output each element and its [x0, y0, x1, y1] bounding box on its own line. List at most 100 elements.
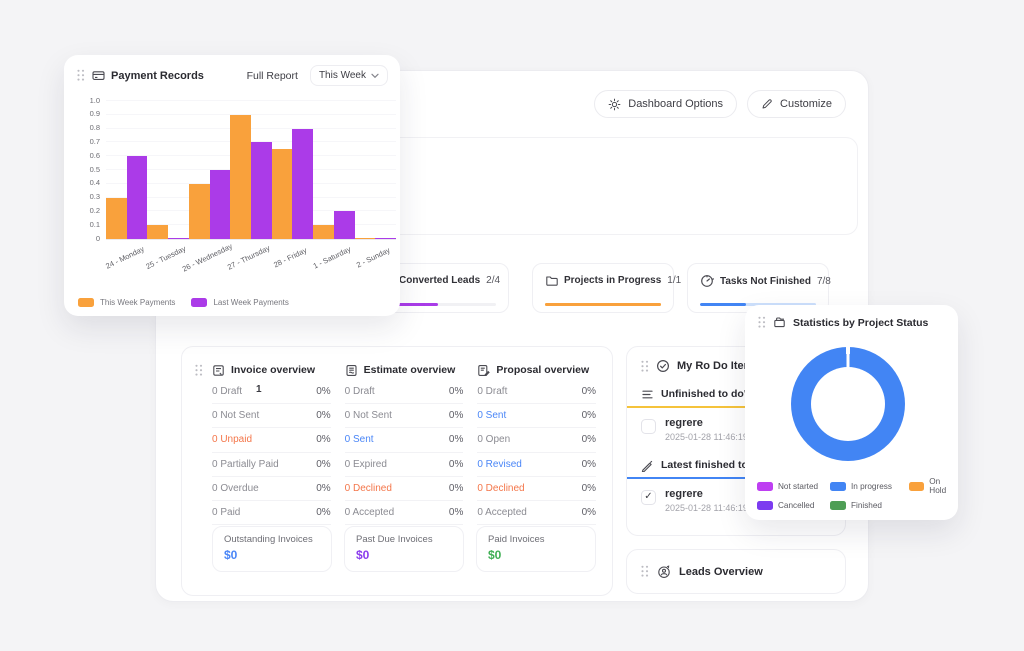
overview-row[interactable]: 0 Open0%	[477, 428, 596, 452]
tasks-icon	[700, 274, 714, 288]
drag-handle-icon[interactable]	[641, 360, 649, 373]
overview-row[interactable]: 0 Sent0%	[477, 404, 596, 428]
leads-overview-card: Leads Overview	[626, 549, 846, 594]
todo-checkbox[interactable]	[641, 419, 656, 434]
overview-row-label: 0 Declined	[477, 483, 524, 494]
overview-row-value: 0%	[316, 434, 330, 445]
legend-label: Not started	[778, 482, 818, 491]
overview-row[interactable]: 0 Not Sent0%	[212, 404, 331, 428]
stray-badge: 1	[256, 384, 262, 395]
overview-row-value: 0%	[449, 410, 463, 421]
drag-handle-icon[interactable]	[641, 565, 649, 578]
period-selector-value: This Week	[319, 70, 366, 81]
bar	[375, 238, 396, 240]
overview-row[interactable]: 0 Declined 0%	[477, 477, 596, 501]
bar	[251, 142, 272, 239]
legend-swatch	[830, 501, 846, 510]
overview-row[interactable]: 0 Paid0%	[212, 501, 331, 525]
overview-row[interactable]: 0 Sent0%	[345, 428, 464, 452]
overview-row[interactable]: 0 Revised0%	[477, 453, 596, 477]
stat-label: Tasks Not Finished	[720, 276, 811, 287]
legend-label: On Hold	[929, 477, 958, 495]
overview-row-value: 0%	[582, 483, 596, 494]
status-legend-row: Not startedIn progressOn Hold	[757, 477, 958, 495]
legend-label: This Week Payments	[100, 298, 175, 307]
overview-row-label: 0 Unpaid	[212, 434, 252, 445]
payment-card-icon	[92, 69, 105, 82]
x-tick-label: 28 - Friday	[273, 246, 309, 270]
overview-row[interactable]: 0 Draft0%	[212, 380, 331, 404]
proposal-icon	[477, 364, 490, 377]
overview-row[interactable]: 0 Overdue0%	[212, 477, 331, 501]
legend-item: This Week Payments	[78, 298, 175, 307]
legend-label: Cancelled	[778, 501, 814, 510]
summary-box: Paid Invoices$0	[476, 526, 596, 572]
summary-value: $0	[224, 548, 320, 562]
todo-item-title: regrere	[665, 488, 748, 500]
overview-row[interactable]: 0 Partially Paid0%	[212, 453, 331, 477]
y-tick-label: 0.7	[90, 137, 100, 146]
drag-handle-icon[interactable]	[195, 364, 203, 377]
stat-card-projects[interactable]: Projects in Progress1/1	[532, 263, 674, 313]
overview-row-value: 0%	[582, 459, 596, 470]
legend-swatch	[757, 501, 773, 510]
bar	[334, 211, 355, 239]
overview-column-header: Estimate overview	[345, 360, 464, 380]
chart-y-axis: 00.10.20.30.40.50.60.70.80.91.0	[72, 101, 100, 239]
overview-row-value: 0%	[316, 507, 330, 518]
overview-row[interactable]: 0 Expired0%	[345, 453, 464, 477]
overview-row-label: 0 Partially Paid	[212, 459, 279, 470]
overview-row[interactable]: 0 Not Sent0%	[345, 404, 464, 428]
bar	[313, 225, 334, 239]
overview-column-invoice: Invoice overview10 Draft0%0 Not Sent0%0 …	[212, 360, 331, 525]
chevron-down-icon	[371, 73, 379, 79]
stat-value: 2/4	[486, 275, 500, 286]
estimate-icon	[345, 364, 358, 377]
y-tick-label: 0.6	[90, 151, 100, 160]
todo-section-title: Unfinished to do's	[661, 388, 752, 400]
stat-value: 1/1	[667, 275, 681, 286]
overview-row-value: 0%	[316, 410, 330, 421]
overview-row[interactable]: 0 Draft0%	[345, 380, 464, 404]
list-icon	[641, 388, 654, 401]
summary-label: Outstanding Invoices	[224, 534, 320, 545]
legend-item: Last Week Payments	[191, 298, 288, 307]
payment-records-title: Payment Records	[111, 70, 204, 82]
overview-row[interactable]: 0 Accepted0%	[477, 501, 596, 525]
summary-label: Paid Invoices	[488, 534, 584, 545]
x-tick-label: 1 - Saturday	[311, 244, 352, 270]
period-selector[interactable]: This Week	[310, 65, 388, 86]
pen-icon	[641, 459, 654, 472]
leads-overview-icon	[657, 565, 671, 579]
y-tick-label: 0	[96, 234, 100, 243]
drag-handle-icon[interactable]	[758, 316, 766, 329]
overview-row-value: 0%	[449, 507, 463, 518]
bar	[210, 170, 231, 239]
overview-row-label: 0 Draft	[477, 386, 507, 397]
pencil-icon	[761, 98, 773, 110]
y-tick-label: 1.0	[90, 96, 100, 105]
stat-progress-track	[545, 303, 661, 307]
overview-row-value: 0%	[582, 386, 596, 397]
bar	[272, 149, 293, 239]
overview-row[interactable]: 0 Unpaid 0%	[212, 428, 331, 452]
customize-button[interactable]: Customize	[747, 90, 846, 118]
chart-x-axis: 24 - Monday25 - Tuesday26 - Wednesday27 …	[106, 244, 396, 280]
overview-column-title: Proposal overview	[496, 364, 589, 376]
overview-row-label: 0 Draft	[345, 386, 375, 397]
summary-box: Outstanding Invoices $0	[212, 526, 332, 572]
overview-row[interactable]: 0 Declined0%	[345, 477, 464, 501]
y-tick-label: 0.9	[90, 109, 100, 118]
dashboard-options-button[interactable]: Dashboard Options	[594, 90, 737, 118]
overview-row-value: 0%	[449, 483, 463, 494]
full-report-link[interactable]: Full Report	[247, 70, 298, 82]
projects-icon	[545, 274, 558, 287]
stat-progress-fill	[700, 303, 746, 307]
bar	[292, 129, 313, 239]
todo-checkbox[interactable]: ✓	[641, 490, 656, 505]
legend-swatch	[830, 482, 846, 491]
overview-row[interactable]: 0 Accepted0%	[345, 501, 464, 525]
overview-row-value: 0%	[449, 459, 463, 470]
drag-handle-icon[interactable]	[77, 69, 85, 82]
overview-row[interactable]: 0 Draft 0%	[477, 380, 596, 404]
